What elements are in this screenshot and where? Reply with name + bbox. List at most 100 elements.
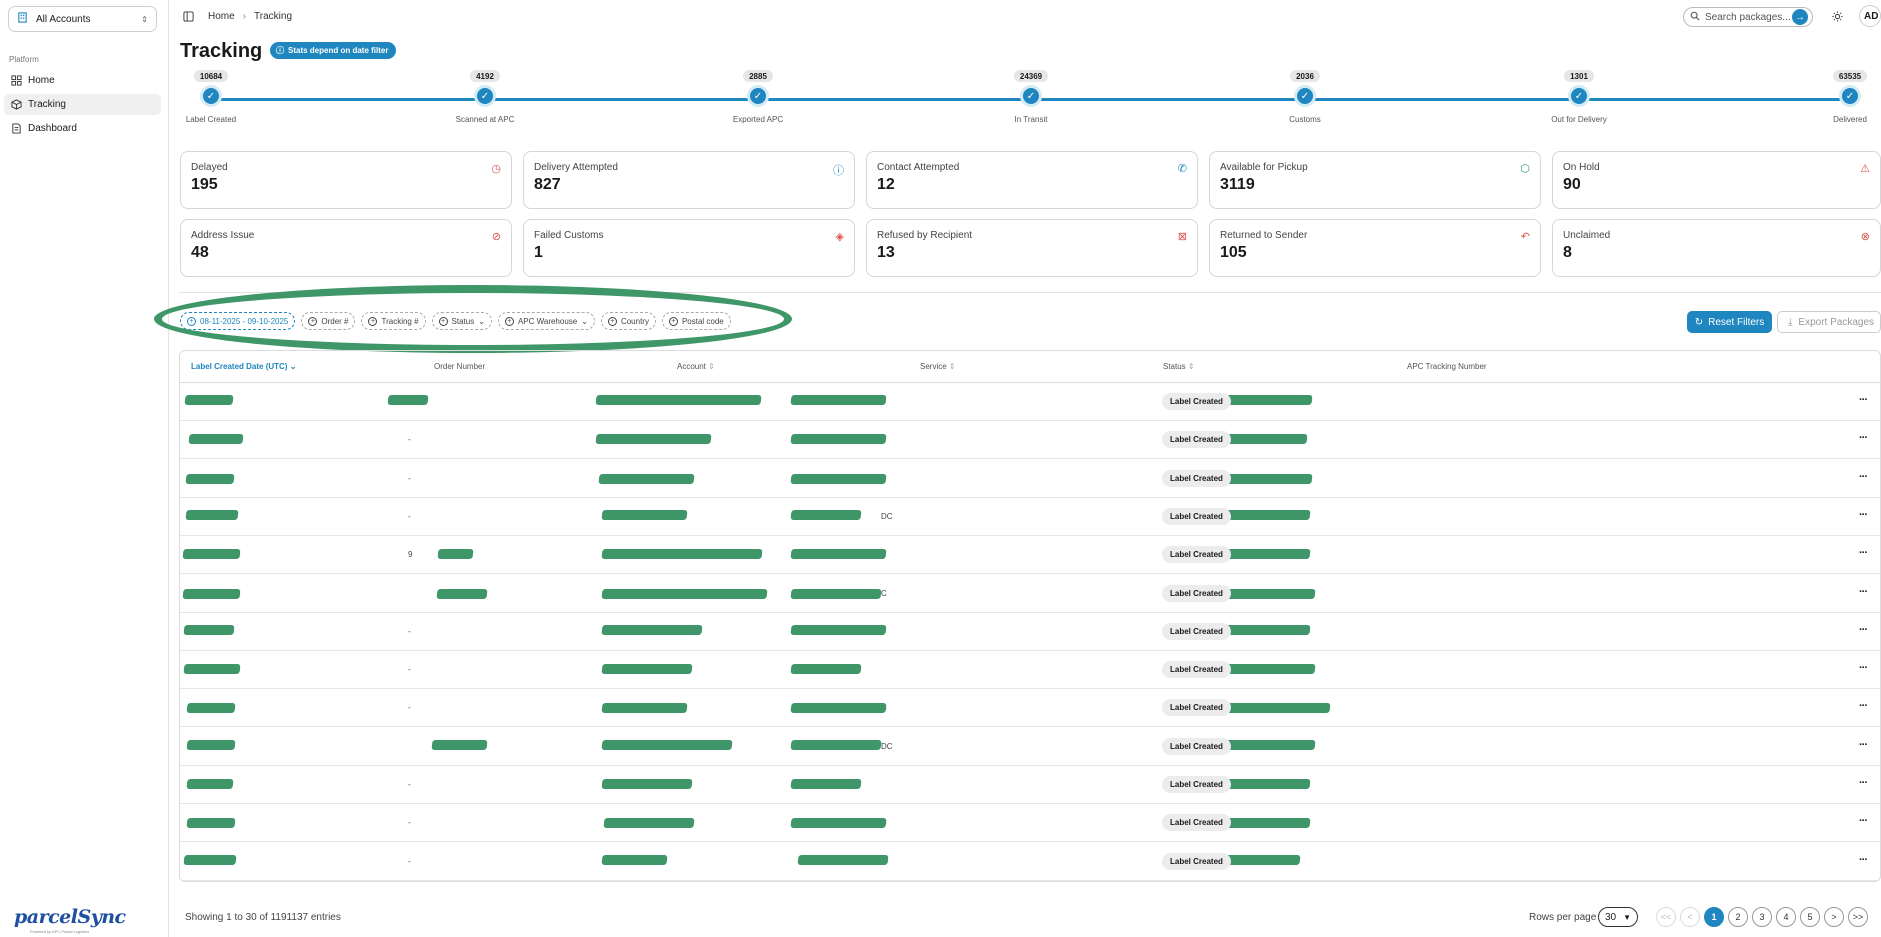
stat-card-available-for-pickup[interactable]: Available for Pickup 3119 ⬡	[1209, 151, 1541, 209]
stat-card-failed-customs[interactable]: Failed Customs 1 ◈	[523, 219, 855, 277]
first-page-button[interactable]: <<	[1656, 907, 1676, 927]
page-button-5[interactable]: 5	[1800, 907, 1820, 927]
table-row[interactable]: 9 Label Created ···	[180, 536, 1880, 575]
chevron-down-icon: ⌄	[289, 362, 297, 371]
sidebar-item-dashboard[interactable]: Dashboard	[4, 118, 161, 139]
table-row[interactable]: DC Label Created ···	[180, 728, 1880, 766]
more-options-icon[interactable]: ···	[1859, 854, 1868, 866]
more-options-icon[interactable]: ···	[1859, 815, 1868, 827]
breadcrumb: Home › Tracking	[208, 11, 292, 22]
redaction-mark	[185, 509, 239, 520]
filter-postal-code[interactable]: + Postal code	[661, 312, 731, 330]
stat-card-returned-to-sender[interactable]: Returned to Sender 105 ↶	[1209, 219, 1541, 277]
reset-filters-button[interactable]: ↻ Reset Filters	[1687, 311, 1772, 333]
sidebar-item-tracking[interactable]: Tracking	[4, 94, 161, 115]
more-options-icon[interactable]: ···	[1859, 586, 1868, 598]
progress-step-delivered[interactable]: 63535 ✓ Delivered	[1790, 70, 1881, 124]
table-row[interactable]: 5-C1Label Created···	[180, 689, 1880, 728]
more-options-icon[interactable]: ···	[1859, 432, 1868, 444]
account-select[interactable]: All Accounts ⇕	[8, 6, 157, 32]
table-row[interactable]: - Label Created ···	[180, 460, 1880, 498]
progress-step-exported[interactable]: 2885 ✓ Exported APC	[698, 70, 818, 124]
column-header-apc-tracking-number[interactable]: APC Tracking Number	[1407, 362, 1487, 371]
redaction-mark	[185, 473, 235, 484]
more-options-icon[interactable]: ···	[1859, 739, 1868, 751]
last-page-button[interactable]: >>	[1848, 907, 1868, 927]
more-options-icon[interactable]: ···	[1859, 662, 1868, 674]
sidebar-item-home[interactable]: Home	[4, 70, 161, 91]
more-options-icon[interactable]: ···	[1859, 624, 1868, 636]
account-select-label: All Accounts	[36, 13, 91, 25]
redaction-mark	[598, 473, 695, 484]
sidebar-toggle-icon[interactable]	[183, 11, 194, 25]
stat-card-delivery-attempted[interactable]: Delivery Attempted 827 ⓘ	[523, 151, 855, 209]
packages-table: Label Created Date (UTC) ⌄ Order Number …	[179, 350, 1881, 882]
progress-step-out-for-delivery[interactable]: 1301 ✓ Out for Delivery	[1519, 70, 1639, 124]
page-button-4[interactable]: 4	[1776, 907, 1796, 927]
sort-icon: ⇕	[1187, 362, 1195, 371]
redaction-mark	[601, 703, 688, 714]
rows-per-page-select[interactable]: 30 ▼	[1598, 907, 1638, 927]
column-header-label-created-date[interactable]: Label Created Date (UTC) ⌄	[191, 362, 296, 371]
more-options-icon[interactable]: ···	[1859, 777, 1868, 789]
warning-icon: ⚠	[1860, 163, 1870, 175]
redaction-mark	[601, 509, 688, 520]
column-header-account[interactable]: Account ⇕	[677, 362, 715, 371]
table-row[interactable]: -4Label Created···	[180, 613, 1880, 651]
help-icon: ⓘ	[833, 165, 844, 177]
table-row[interactable]: 2025Label Created···	[180, 383, 1880, 421]
stat-card-contact-attempted[interactable]: Contact Attempted 12 ✆	[866, 151, 1198, 209]
stat-card-unclaimed[interactable]: Unclaimed 8 ⊗	[1552, 219, 1881, 277]
stat-card-delayed[interactable]: Delayed 195 ◷	[180, 151, 512, 209]
table-row[interactable]: - Label Created ···	[180, 766, 1880, 804]
table-row[interactable]: - DC Label Created ···	[180, 498, 1880, 536]
search-input[interactable]: Search packages... →	[1683, 7, 1813, 27]
stat-card-on-hold[interactable]: On Hold 90 ⚠	[1552, 151, 1881, 209]
more-options-icon[interactable]: ···	[1859, 509, 1868, 521]
column-header-order-number[interactable]: Order Number	[434, 362, 485, 371]
breadcrumb-home[interactable]: Home	[208, 11, 235, 22]
progress-step-label-created[interactable]: 10684 ✓ Label Created	[151, 70, 271, 124]
next-page-button[interactable]: >	[1824, 907, 1844, 927]
search-submit-arrow-icon[interactable]: →	[1792, 9, 1808, 25]
cell-order-number: 9	[408, 550, 413, 560]
column-header-status[interactable]: Status ⇕	[1163, 362, 1195, 371]
page-button-2[interactable]: 2	[1728, 907, 1748, 927]
page-button-1[interactable]: 1	[1704, 907, 1724, 927]
filter-country[interactable]: + Country	[600, 312, 656, 330]
prev-page-button[interactable]: <	[1680, 907, 1700, 927]
table-row[interactable]: - Label Created ···	[180, 651, 1880, 690]
filter-order-number[interactable]: + Order #	[301, 312, 356, 330]
stat-value: 90	[1563, 176, 1581, 193]
table-row[interactable]: -5Label Created···	[180, 843, 1880, 881]
progress-step-scanned[interactable]: 4192 ✓ Scanned at APC	[425, 70, 545, 124]
table-row[interactable]: C15Label Created···	[180, 575, 1880, 613]
avatar[interactable]: AD	[1859, 5, 1881, 27]
filter-label: APC Warehouse	[517, 316, 578, 326]
page-button-3[interactable]: 3	[1752, 907, 1772, 927]
more-options-icon[interactable]: ···	[1859, 700, 1868, 712]
progress-step-customs[interactable]: 2036 ✓ Customs	[1245, 70, 1365, 124]
filter-status[interactable]: + Status ⌄	[431, 312, 492, 330]
phone-icon: ✆	[1177, 163, 1187, 175]
table-row[interactable]: -032Label Created···	[180, 421, 1880, 460]
stat-label: Delayed	[191, 162, 228, 173]
table-header: Label Created Date (UTC) ⌄ Order Number …	[180, 351, 1880, 383]
column-header-service[interactable]: Service ⇕	[920, 362, 956, 371]
filter-date-range[interactable]: + 08-11-2025 - 09-10-2025	[180, 312, 296, 330]
more-options-icon[interactable]: ···	[1859, 547, 1868, 559]
more-options-icon[interactable]: ···	[1859, 471, 1868, 483]
theme-toggle-sun-icon[interactable]	[1832, 11, 1843, 25]
step-count: 24369	[1013, 70, 1049, 82]
stat-card-refused-by-recipient[interactable]: Refused by Recipient 13 ⊠	[866, 219, 1198, 277]
redaction-mark	[601, 588, 768, 599]
more-options-icon[interactable]: ···	[1859, 394, 1868, 406]
progress-step-in-transit[interactable]: 24369 ✓ In Transit	[971, 70, 1091, 124]
stat-card-address-issue[interactable]: Address Issue 48 ⊘	[180, 219, 512, 277]
logo-text: parcelSync	[14, 906, 126, 928]
filter-apc-warehouse[interactable]: + APC Warehouse ⌄	[497, 312, 595, 330]
clock-icon: ◷	[491, 163, 501, 175]
table-row[interactable]: -C1Label Created···	[180, 804, 1880, 843]
export-packages-button[interactable]: ⤓ Export Packages	[1777, 311, 1881, 333]
filter-tracking-number[interactable]: + Tracking #	[361, 312, 426, 330]
